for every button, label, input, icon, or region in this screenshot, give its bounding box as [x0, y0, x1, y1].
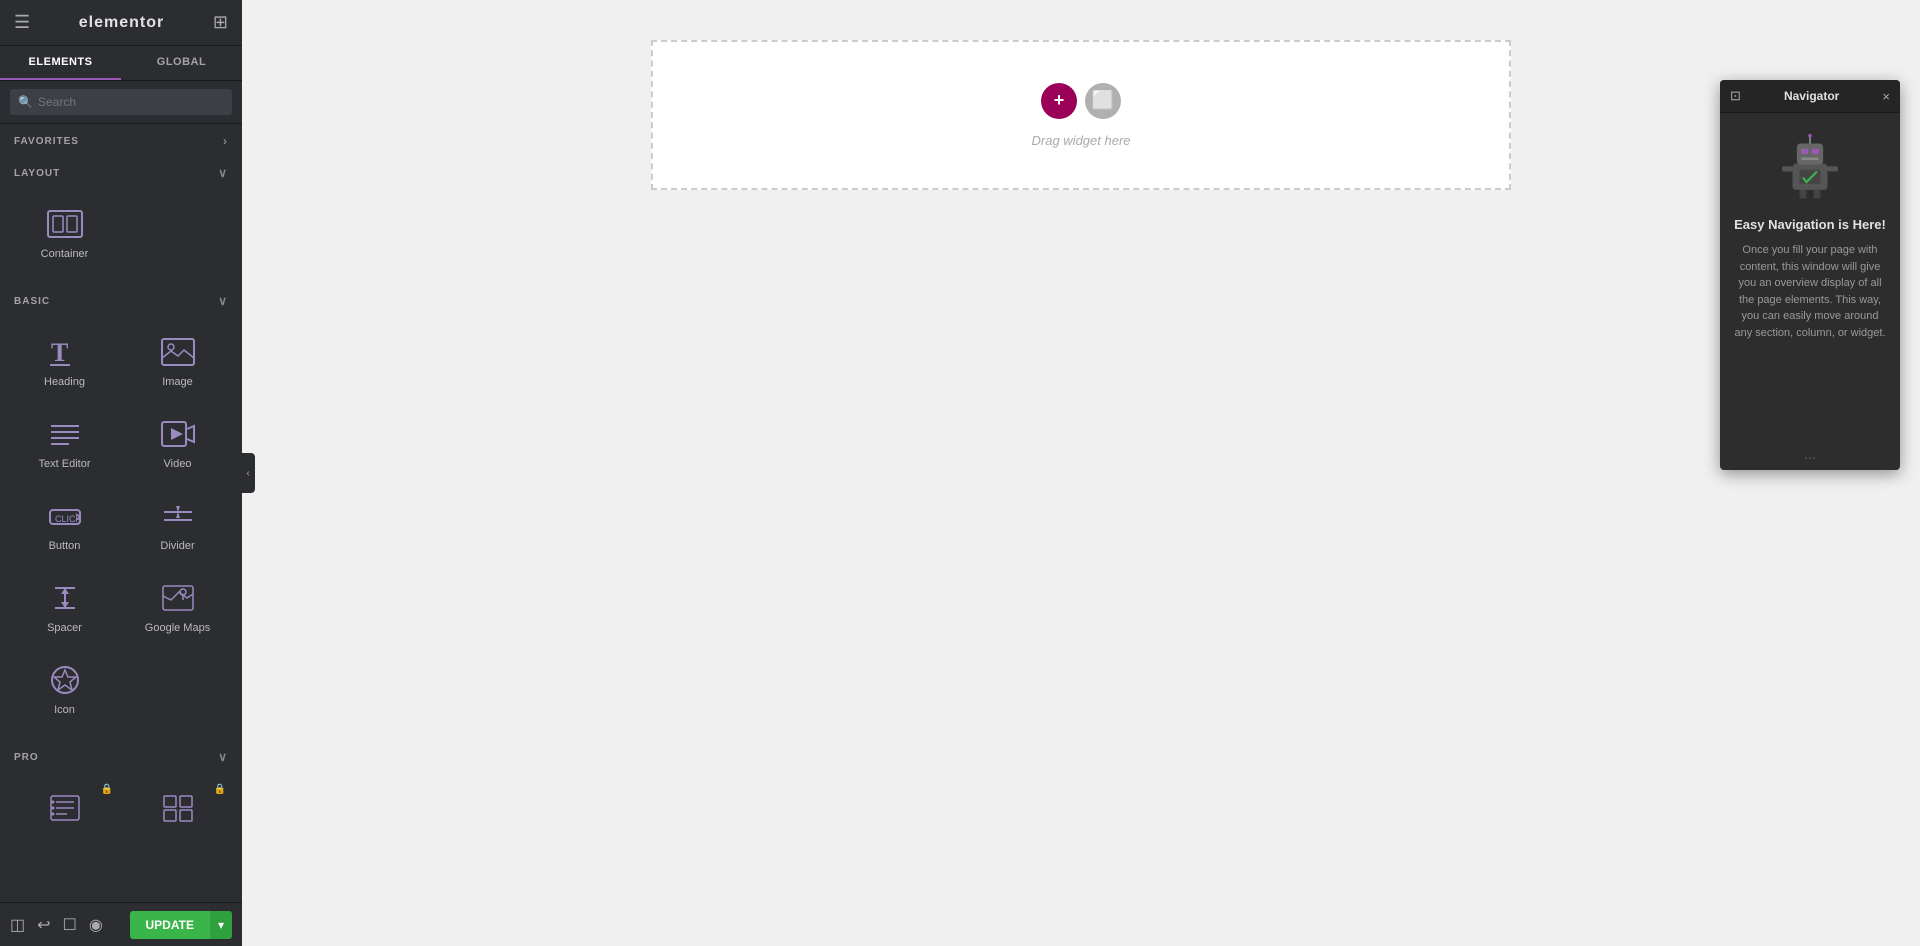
section-pro[interactable]: PRO ∨ [0, 740, 242, 772]
canvas-layout-button[interactable]: ⬜ [1085, 83, 1121, 119]
section-favorites[interactable]: FAVORITES › [0, 124, 242, 156]
widget-video[interactable]: Video [121, 402, 234, 484]
favorites-chevron: › [223, 134, 228, 148]
basic-label: BASIC [14, 296, 50, 307]
widget-icon[interactable]: Icon [8, 648, 121, 730]
sidebar-tabs: ELEMENTS GLOBAL [0, 46, 242, 81]
spacer-icon [47, 580, 83, 616]
widget-google-maps[interactable]: Google Maps [121, 566, 234, 648]
navigator-panel: ⊡ Navigator × [1720, 80, 1900, 470]
lock-icon-pro-list: 🔒 [101, 784, 113, 795]
search-icon: 🔍 [18, 95, 33, 109]
container-icon [47, 206, 83, 242]
sidebar: ☰ elementor ⊞ ELEMENTS GLOBAL 🔍 FAVORITE… [0, 0, 242, 946]
google-maps-label: Google Maps [145, 622, 210, 634]
text-editor-icon [47, 416, 83, 452]
image-icon [160, 334, 196, 370]
navigator-dots: ... [1804, 446, 1816, 462]
pro-list-icon [47, 790, 83, 826]
svg-text:T: T [51, 338, 68, 367]
sidebar-search-area: 🔍 [0, 81, 242, 124]
lock-icon-pro-grid: 🔒 [214, 784, 226, 795]
text-editor-label: Text Editor [39, 458, 91, 470]
widget-heading[interactable]: T Heading [8, 320, 121, 402]
sidebar-footer: ◫ ↩ ☐ ◉ UPDATE ▾ [0, 902, 242, 946]
divider-icon [160, 498, 196, 534]
sidebar-content: FAVORITES › LAYOUT ∨ Container BA [0, 124, 242, 902]
icon-label: Icon [54, 704, 75, 716]
tab-global[interactable]: GLOBAL [121, 46, 242, 80]
spacer-label: Spacer [47, 622, 82, 634]
navigator-resize-icon[interactable]: ⊡ [1730, 88, 1741, 104]
update-group: UPDATE ▾ [130, 911, 232, 939]
favorites-label: FAVORITES [14, 136, 79, 147]
widget-text-editor[interactable]: Text Editor [8, 402, 121, 484]
container-label: Container [41, 248, 89, 260]
basic-chevron: ∨ [218, 294, 228, 308]
navigator-description: Once you fill your page with content, th… [1734, 242, 1886, 341]
navigator-robot-illustration [1775, 133, 1845, 203]
pro-widgets: 🔒 🔒 [0, 772, 242, 856]
canvas-actions: + ⬜ [1041, 83, 1121, 119]
widget-pro-grid[interactable]: 🔒 [121, 776, 234, 846]
app-logo: elementor [79, 14, 164, 32]
footer-icons: ◫ ↩ ☐ ◉ [10, 915, 103, 935]
widget-button[interactable]: CLICK Button [8, 484, 121, 566]
heading-label: Heading [44, 376, 85, 388]
responsive-icon[interactable]: ☐ [63, 915, 77, 935]
navigator-header: ⊡ Navigator × [1720, 80, 1900, 113]
collapse-sidebar-toggle[interactable]: ‹ [241, 453, 255, 493]
icon-widget-icon [47, 662, 83, 698]
pro-label: PRO [14, 752, 39, 763]
navigator-body: Easy Navigation is Here! Once you fill y… [1720, 113, 1900, 438]
layers-icon[interactable]: ◫ [10, 915, 25, 935]
layout-label: LAYOUT [14, 168, 60, 179]
update-arrow-button[interactable]: ▾ [210, 911, 232, 939]
google-maps-icon [160, 580, 196, 616]
navigator-heading: Easy Navigation is Here! [1734, 217, 1886, 232]
divider-label: Divider [160, 540, 194, 552]
widget-divider[interactable]: Divider [121, 484, 234, 566]
grid-icon[interactable]: ⊞ [213, 12, 228, 33]
basic-widgets: T Heading Image [0, 316, 242, 740]
navigator-close-icon[interactable]: × [1882, 89, 1890, 104]
history-icon[interactable]: ↩ [37, 915, 50, 935]
search-input[interactable] [10, 89, 232, 115]
widget-pro-list[interactable]: 🔒 [8, 776, 121, 846]
video-icon [160, 416, 196, 452]
update-button[interactable]: UPDATE [130, 911, 210, 939]
video-label: Video [164, 458, 192, 470]
layout-widgets: Container [0, 188, 242, 284]
sidebar-header: ☰ elementor ⊞ [0, 0, 242, 46]
widget-container[interactable]: Container [8, 192, 121, 274]
widget-spacer[interactable]: Spacer [8, 566, 121, 648]
section-layout[interactable]: LAYOUT ∨ [0, 156, 242, 188]
image-label: Image [162, 376, 193, 388]
layout-chevron: ∨ [218, 166, 228, 180]
widget-image[interactable]: Image [121, 320, 234, 402]
tab-elements[interactable]: ELEMENTS [0, 46, 121, 80]
heading-icon: T [47, 334, 83, 370]
canvas-drag-hint: Drag widget here [1032, 133, 1131, 148]
pro-grid-icon [160, 790, 196, 826]
preview-icon[interactable]: ◉ [89, 915, 103, 935]
canvas-container: + ⬜ Drag widget here [651, 40, 1511, 190]
navigator-title: Navigator [1784, 89, 1839, 103]
button-label: Button [49, 540, 81, 552]
menu-icon[interactable]: ☰ [14, 12, 30, 33]
pro-chevron: ∨ [218, 750, 228, 764]
button-icon: CLICK [47, 498, 83, 534]
canvas-area: + ⬜ Drag widget here ⊡ Navigator × [242, 0, 1920, 946]
navigator-footer: ... [1720, 438, 1900, 470]
canvas-add-button[interactable]: + [1041, 83, 1077, 119]
section-basic[interactable]: BASIC ∨ [0, 284, 242, 316]
